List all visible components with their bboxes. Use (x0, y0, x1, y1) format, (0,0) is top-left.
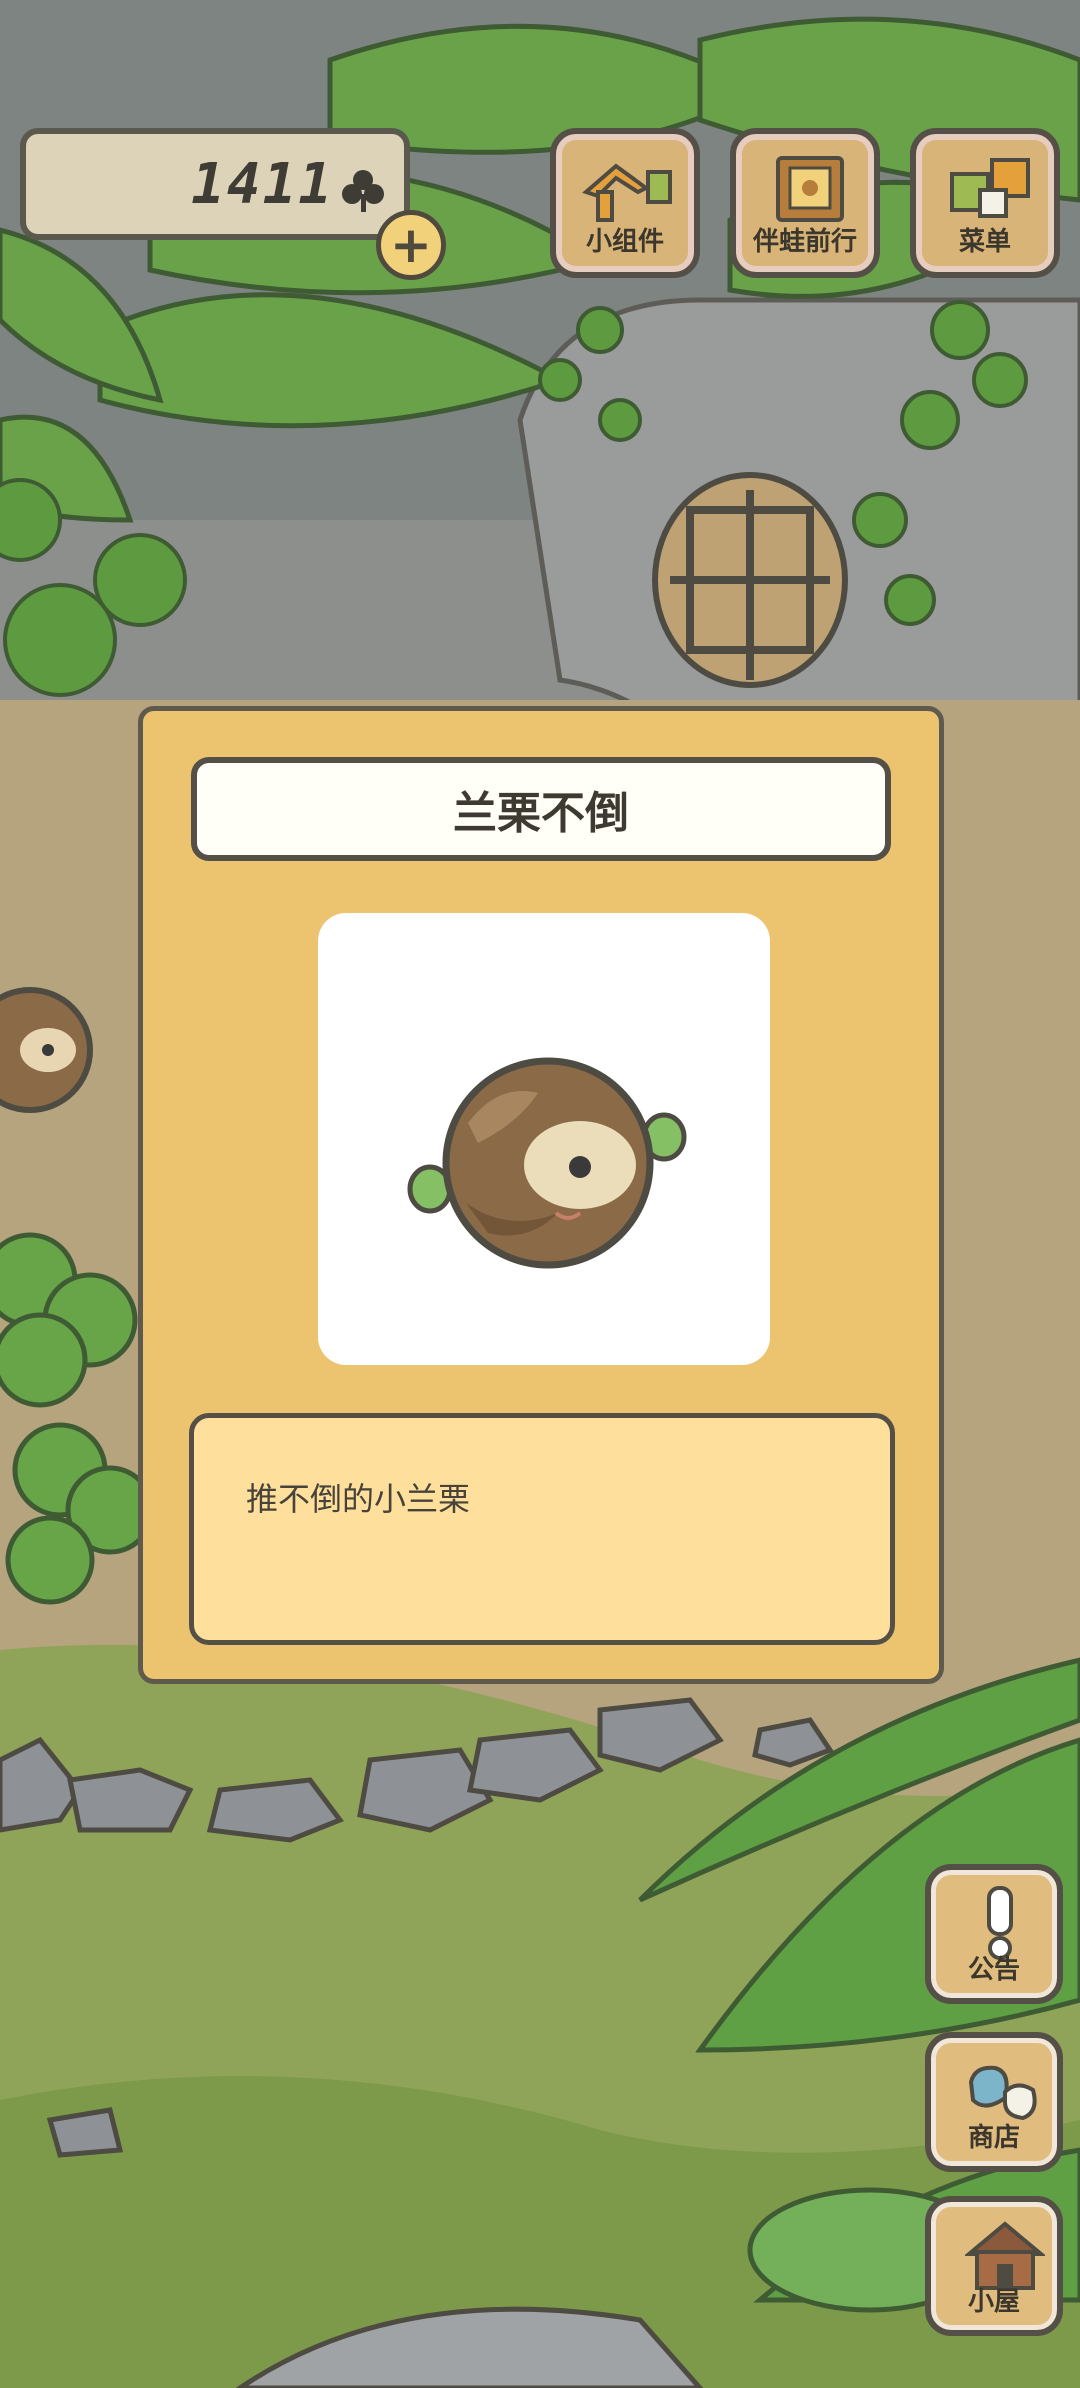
clover-counter: 1411 (20, 128, 410, 240)
plus-icon: + (390, 216, 432, 274)
item-image-frame (318, 913, 770, 1365)
notice-label: 公告 (967, 1955, 1020, 1985)
journal-icon (776, 156, 844, 222)
house-button[interactable]: 小屋 (925, 2196, 1063, 2336)
journey-button[interactable]: 伴蛙前行 (730, 128, 880, 278)
notice-button[interactable]: 公告 (925, 1864, 1063, 2004)
menu-icon (950, 158, 1030, 218)
house-label: 小屋 (967, 2287, 1020, 2317)
clover-icon (342, 170, 384, 212)
item-title: 兰栗不倒 (191, 757, 891, 861)
item-dialog[interactable]: 兰栗不倒 推不倒的小兰栗 (138, 706, 944, 1684)
clover-count: 1411 (191, 151, 334, 217)
chestnut-tumbler-icon (407, 1057, 687, 1269)
widget-label: 小组件 (585, 227, 664, 257)
widget-button[interactable]: 小组件 (550, 128, 700, 278)
shop-label: 商店 (967, 2123, 1020, 2153)
item-description: 推不倒的小兰栗 (189, 1413, 895, 1645)
widget-icon (582, 163, 672, 222)
journey-label: 伴蛙前行 (752, 227, 857, 257)
add-clover-button[interactable]: + (376, 210, 446, 280)
menu-button[interactable]: 菜单 (910, 128, 1060, 278)
shop-button[interactable]: 商店 (925, 2032, 1063, 2172)
menu-label: 菜单 (958, 227, 1011, 257)
